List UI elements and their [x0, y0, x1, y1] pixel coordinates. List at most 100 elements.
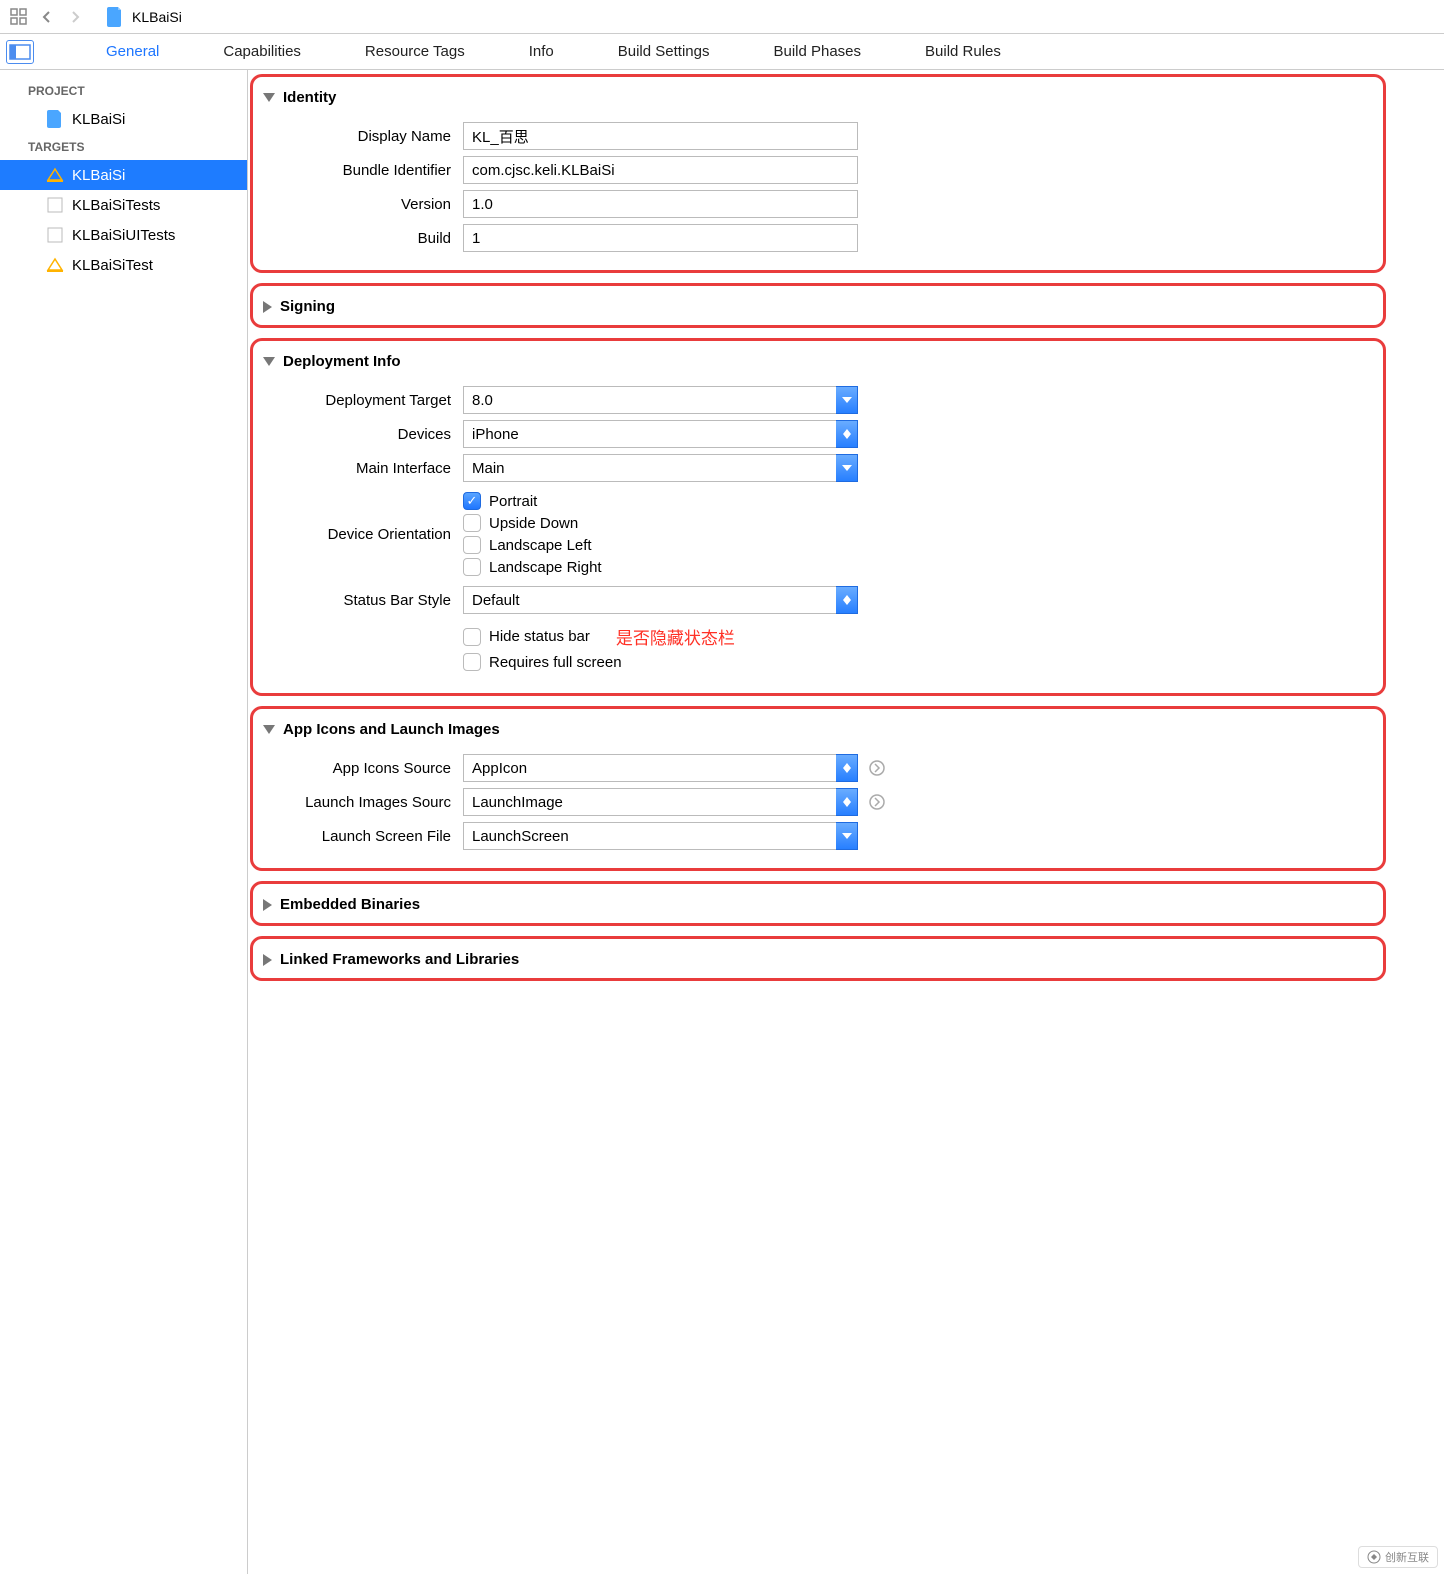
- disclosure-down-icon[interactable]: [263, 93, 275, 102]
- section-title: Signing: [280, 298, 335, 315]
- checkbox-label: Upside Down: [489, 515, 578, 532]
- select-stepper-icon[interactable]: [836, 586, 858, 614]
- launch-screen-combo[interactable]: [463, 822, 858, 850]
- tab-build-settings[interactable]: Build Settings: [600, 43, 728, 60]
- section-title: Identity: [283, 89, 336, 106]
- project-file-icon: [106, 6, 124, 28]
- hide-statusbar-check[interactable]: Hide status bar 是否隐藏状态栏: [463, 624, 863, 649]
- version-input[interactable]: [463, 190, 858, 218]
- disclosure-down-icon[interactable]: [263, 357, 275, 366]
- build-label: Build: [263, 230, 463, 247]
- goto-arrow-icon[interactable]: [866, 791, 888, 813]
- breadcrumb-file[interactable]: KLBaiSi: [132, 9, 182, 25]
- tab-build-rules[interactable]: Build Rules: [907, 43, 1019, 60]
- deployment-target-label: Deployment Target: [263, 392, 463, 409]
- launch-screen-label: Launch Screen File: [263, 828, 463, 845]
- checkbox-icon[interactable]: [463, 653, 481, 671]
- forward-button[interactable]: [64, 6, 86, 28]
- sidebar-item-project[interactable]: KLBaiSi: [0, 104, 247, 134]
- general-editor: Identity Display Name Bundle Identifier …: [248, 70, 1444, 1574]
- tab-capabilities[interactable]: Capabilities: [205, 43, 319, 60]
- orientation-label: Device Orientation: [263, 526, 463, 543]
- tab-info[interactable]: Info: [511, 43, 572, 60]
- sidebar-item-target-3[interactable]: KLBaiSiTest: [0, 250, 247, 280]
- sidebar-item-label: KLBaiSi: [72, 111, 125, 128]
- dropdown-caret-icon[interactable]: [836, 822, 858, 850]
- dropdown-caret-icon[interactable]: [836, 386, 858, 414]
- section-header-embedded[interactable]: Embedded Binaries: [263, 892, 1373, 915]
- checkbox-label: Hide status bar: [489, 628, 590, 645]
- section-header-signing[interactable]: Signing: [263, 294, 1373, 317]
- deployment-target-combo[interactable]: [463, 386, 858, 414]
- icons-source-label: App Icons Source: [263, 760, 463, 777]
- devices-select[interactable]: [463, 420, 858, 448]
- targets-header: TARGETS: [0, 134, 247, 160]
- sidebar-item-target-1[interactable]: KLBaiSiTests: [0, 190, 247, 220]
- sidebar-item-label: KLBaiSiUITests: [72, 227, 175, 244]
- section-header-identity[interactable]: Identity: [263, 85, 1373, 116]
- orientation-left[interactable]: Landscape Left: [463, 536, 863, 554]
- section-title: Deployment Info: [283, 353, 401, 370]
- leftpane-toggle-icon[interactable]: [6, 40, 34, 64]
- dropdown-caret-icon[interactable]: [836, 454, 858, 482]
- section-title: Embedded Binaries: [280, 896, 420, 913]
- disclosure-right-icon[interactable]: [263, 954, 272, 966]
- orientation-upside[interactable]: Upside Down: [463, 514, 863, 532]
- requires-fullscreen-check[interactable]: Requires full screen: [463, 653, 863, 671]
- display-name-label: Display Name: [263, 128, 463, 145]
- bundle-id-label: Bundle Identifier: [263, 162, 463, 179]
- icons-source-select[interactable]: [463, 754, 858, 782]
- select-stepper-icon[interactable]: [836, 420, 858, 448]
- status-style-label: Status Bar Style: [263, 592, 463, 609]
- orientation-portrait[interactable]: ✓ Portrait: [463, 492, 863, 510]
- display-name-input[interactable]: [463, 122, 858, 150]
- status-style-select[interactable]: [463, 586, 858, 614]
- disclosure-right-icon[interactable]: [263, 899, 272, 911]
- disclosure-right-icon[interactable]: [263, 301, 272, 313]
- section-deployment: Deployment Info Deployment Target Device…: [250, 338, 1386, 696]
- main-interface-label: Main Interface: [263, 460, 463, 477]
- section-header-linked[interactable]: Linked Frameworks and Libraries: [263, 947, 1373, 970]
- main-interface-combo[interactable]: [463, 454, 858, 482]
- checkbox-icon[interactable]: [463, 514, 481, 532]
- goto-arrow-icon[interactable]: [866, 757, 888, 779]
- sidebar-item-target-2[interactable]: KLBaiSiUITests: [0, 220, 247, 250]
- build-input[interactable]: [463, 224, 858, 252]
- disclosure-down-icon[interactable]: [263, 725, 275, 734]
- tab-general[interactable]: General: [88, 43, 177, 60]
- sidebar-item-target-0[interactable]: KLBaiSi: [0, 160, 247, 190]
- tab-resource-tags[interactable]: Resource Tags: [347, 43, 483, 60]
- sidebar-item-label: KLBaiSiTests: [72, 197, 160, 214]
- watermark-text: 创新互联: [1385, 1549, 1429, 1565]
- checkbox-icon[interactable]: [463, 558, 481, 576]
- select-stepper-icon[interactable]: [836, 788, 858, 816]
- sidebar-item-label: KLBaiSi: [72, 167, 125, 184]
- tab-build-phases[interactable]: Build Phases: [755, 43, 879, 60]
- bundle-id-input[interactable]: [463, 156, 858, 184]
- app-target-icon: [46, 256, 64, 274]
- orientation-right[interactable]: Landscape Right: [463, 558, 863, 576]
- back-button[interactable]: [36, 6, 58, 28]
- checkbox-checked-icon[interactable]: ✓: [463, 492, 481, 510]
- sidebar-item-label: KLBaiSiTest: [72, 257, 153, 274]
- editor-tabbar: General Capabilities Resource Tags Info …: [0, 34, 1444, 70]
- project-file-icon: [46, 110, 64, 128]
- checkbox-icon[interactable]: [463, 536, 481, 554]
- section-header-app-icons[interactable]: App Icons and Launch Images: [263, 717, 1373, 748]
- test-target-icon: [46, 196, 64, 214]
- section-linked-frameworks: Linked Frameworks and Libraries: [250, 936, 1386, 981]
- section-embedded-binaries: Embedded Binaries: [250, 881, 1386, 926]
- section-identity: Identity Display Name Bundle Identifier …: [250, 74, 1386, 273]
- checkbox-icon[interactable]: [463, 628, 481, 646]
- checkbox-label: Requires full screen: [489, 654, 622, 671]
- section-app-icons: App Icons and Launch Images App Icons So…: [250, 706, 1386, 871]
- related-items-icon[interactable]: [8, 6, 30, 28]
- select-stepper-icon[interactable]: [836, 754, 858, 782]
- checkbox-label: Portrait: [489, 493, 537, 510]
- app-target-icon: [46, 166, 64, 184]
- section-header-deployment[interactable]: Deployment Info: [263, 349, 1373, 380]
- section-title: Linked Frameworks and Libraries: [280, 951, 519, 968]
- launch-images-select[interactable]: [463, 788, 858, 816]
- checkbox-label: Landscape Right: [489, 559, 602, 576]
- breadcrumb-bar: KLBaiSi: [0, 0, 1444, 34]
